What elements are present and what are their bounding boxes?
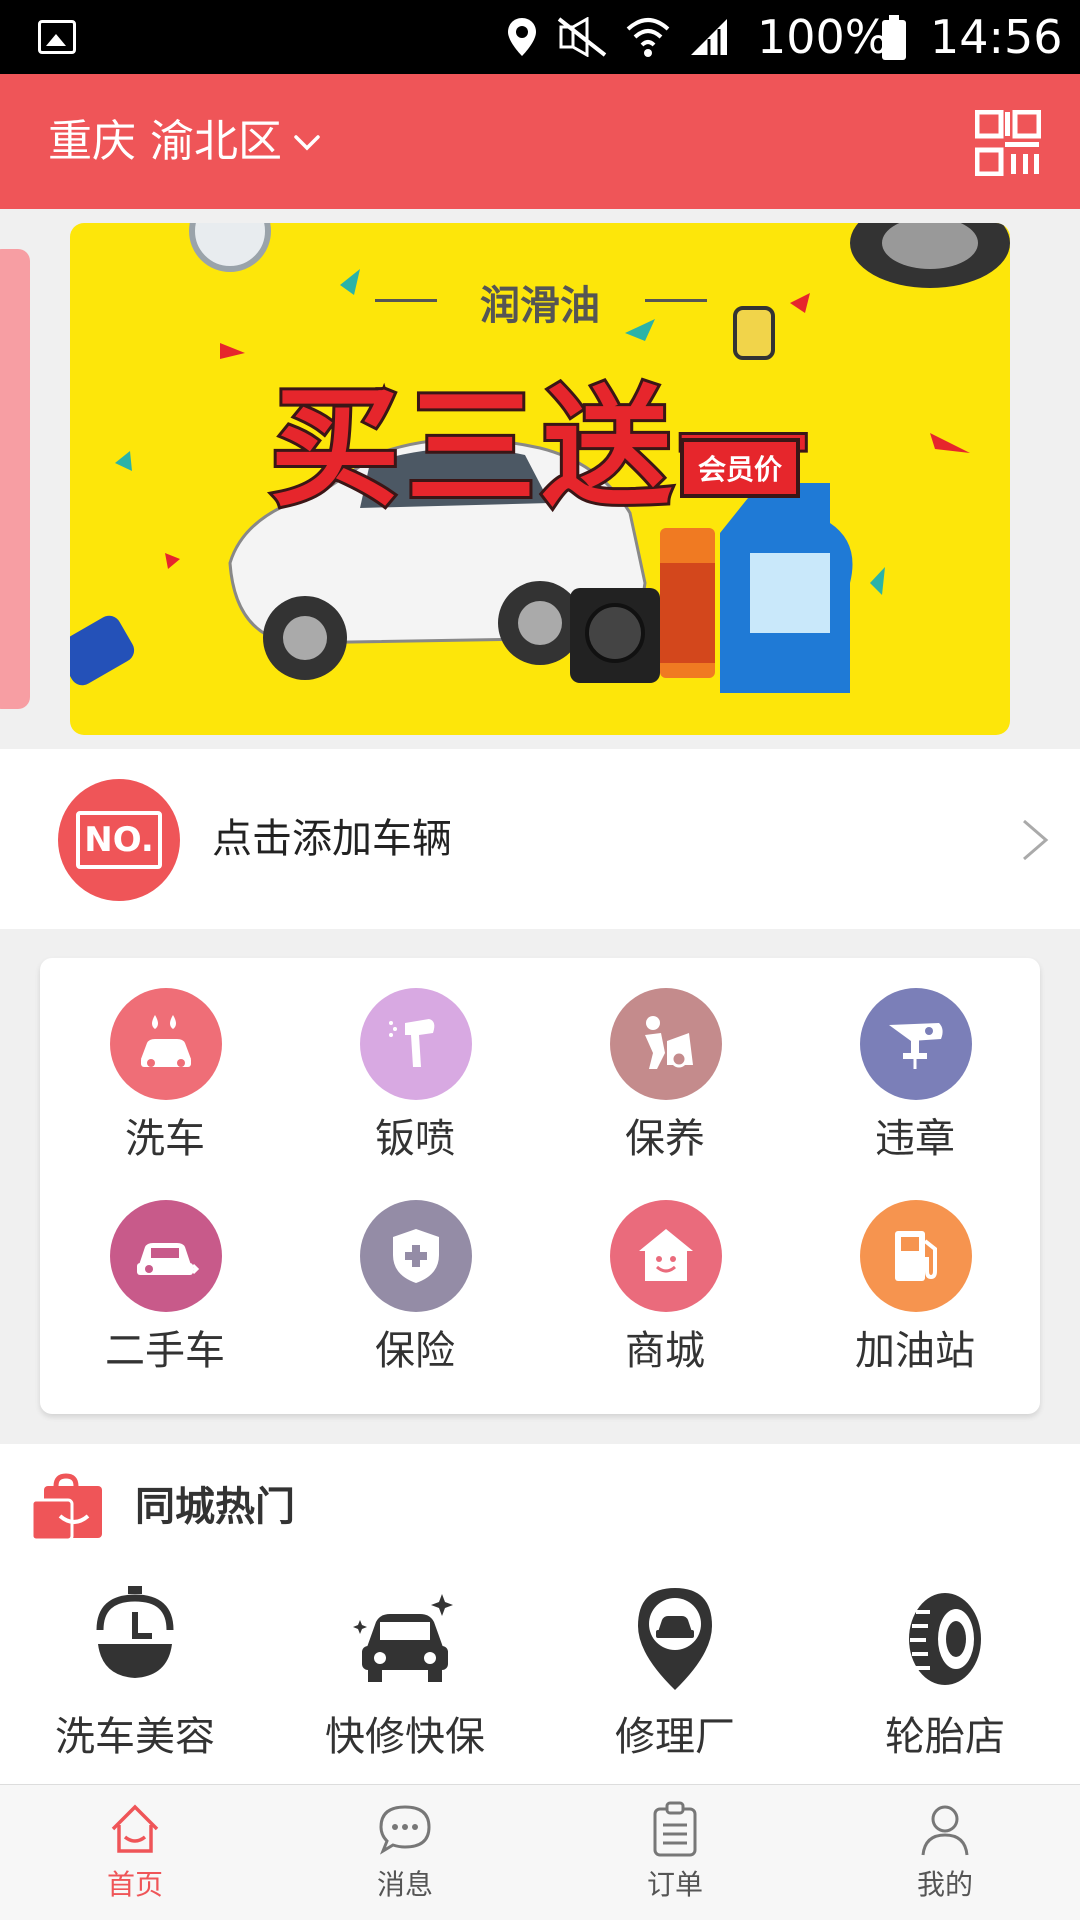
banner-previous-slide[interactable] [0, 249, 30, 709]
banner-subtitle: 润滑油 [480, 283, 600, 329]
hot-item-repair-shop[interactable]: 修理厂 [540, 1584, 810, 1784]
tab-label: 首页 [106, 1868, 163, 1901]
maintenance-icon [610, 988, 722, 1100]
person-icon [921, 1805, 969, 1856]
used-car-icon [110, 1200, 222, 1312]
service-label: 钣喷 [375, 1116, 455, 1162]
shop-house-icon [610, 1200, 722, 1312]
service-label: 保养 [625, 1116, 705, 1162]
promo-banner[interactable]: 润滑油 买三送一 会员价 [70, 223, 1010, 735]
section-title: 同城热门 [135, 1484, 295, 1530]
app-header: 重庆 渝北区 [0, 74, 1080, 209]
wifi-icon [626, 18, 670, 57]
tab-label: 订单 [646, 1868, 703, 1901]
service-label: 商城 [625, 1328, 705, 1374]
banner-divider-right [645, 299, 707, 302]
tab-label: 消息 [376, 1868, 433, 1901]
banner-carousel[interactable]: 润滑油 买三送一 会员价 [0, 209, 1080, 749]
city-label: 重庆 渝北区 [48, 116, 282, 167]
service-mall[interactable]: 商城 [540, 1170, 790, 1374]
signal-icon [691, 19, 727, 55]
hot-item-label: 快修快保 [325, 1714, 485, 1760]
service-paint[interactable]: 钣喷 [290, 958, 540, 1162]
fuel-pump-icon [860, 1200, 972, 1312]
tab-messages[interactable]: 消息 [270, 1785, 540, 1920]
hot-item-car-wash-beauty[interactable]: 洗车美容 [0, 1584, 270, 1784]
service-label: 洗车 [125, 1116, 205, 1162]
location-icon [508, 18, 536, 56]
service-car-wash[interactable]: 洗车 [40, 958, 290, 1162]
license-plate-icon: NO. [58, 779, 180, 901]
add-vehicle-row[interactable]: NO. 点击添加车辆 [0, 749, 1080, 929]
location-pin-car-icon [638, 1588, 712, 1690]
clipboard-icon [653, 1801, 697, 1857]
car-wash-icon [110, 988, 222, 1100]
traffic-camera-icon [860, 988, 972, 1100]
tire-icon [909, 1593, 981, 1685]
service-label: 违章 [875, 1116, 955, 1162]
tab-profile[interactable]: 我的 [810, 1785, 1080, 1920]
hot-section: 同城热门 洗车美容 快修快保 修理厂 轮胎店 [0, 1444, 1080, 1784]
service-used-car[interactable]: 二手车 [40, 1170, 290, 1374]
tab-label: 我的 [916, 1868, 973, 1901]
gallery-notification-icon [38, 20, 76, 54]
chevron-down-icon [294, 135, 320, 151]
chat-bubble-icon [379, 1805, 431, 1855]
city-selector[interactable]: 重庆 渝北区 [48, 112, 322, 172]
service-violation[interactable]: 违章 [790, 958, 1040, 1162]
bottom-tab-bar: 首页 消息 订单 我的 [0, 1784, 1080, 1920]
banner-tag: 会员价 [680, 438, 801, 498]
battery-percent: 100% [757, 10, 889, 64]
service-label: 二手车 [105, 1328, 225, 1374]
battery-icon [882, 15, 906, 60]
service-gas-station[interactable]: 加油站 [790, 1170, 1040, 1374]
sparkle-car-icon [353, 1594, 453, 1682]
services-grid: 洗车 钣喷 保养 违章 二手车 保险 商城 加油站 [40, 958, 1040, 1414]
hot-item-tire-shop[interactable]: 轮胎店 [810, 1584, 1080, 1784]
hot-item-label: 修理厂 [615, 1714, 735, 1760]
status-bar: 100% 14:56 [0, 0, 1080, 74]
spray-gun-icon [360, 988, 472, 1100]
plate-badge-text: NO. [76, 811, 162, 869]
tab-orders[interactable]: 订单 [540, 1785, 810, 1920]
clock: 14:56 [930, 10, 1063, 64]
tab-home[interactable]: 首页 [0, 1785, 270, 1920]
service-maintenance[interactable]: 保养 [540, 958, 790, 1162]
banner-title: 买三送一 [267, 369, 815, 527]
hot-item-label: 轮胎店 [885, 1714, 1005, 1760]
status-icons [505, 14, 729, 60]
clock-bucket-icon [96, 1586, 174, 1678]
home-icon [111, 1804, 159, 1853]
add-vehicle-label: 点击添加车辆 [212, 816, 452, 862]
service-label: 加油站 [855, 1328, 975, 1374]
service-insurance[interactable]: 保险 [290, 1170, 540, 1374]
shopping-bag-icon [30, 1473, 102, 1542]
service-label: 保险 [375, 1328, 455, 1374]
mute-icon [557, 17, 607, 57]
hot-item-quick-repair[interactable]: 快修快保 [270, 1584, 540, 1784]
qr-scan-icon[interactable] [975, 110, 1041, 176]
shield-plus-icon [360, 1200, 472, 1312]
hot-item-label: 洗车美容 [55, 1714, 215, 1760]
chevron-right-icon [1023, 819, 1049, 861]
